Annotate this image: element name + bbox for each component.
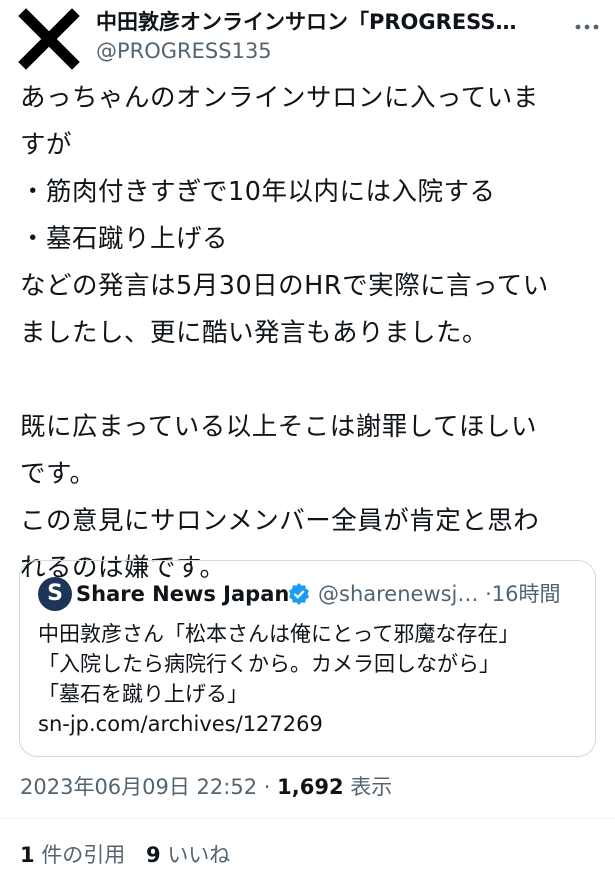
- quote-link[interactable]: sn-jp.com/archives/127269: [38, 709, 519, 739]
- tweet-line: あっちゃんのオンラインサロンに入っていま: [20, 83, 539, 113]
- author-handle[interactable]: @PROGRESS135: [96, 36, 272, 66]
- tweet-line: などの発言は5月30日のHRで実際に言ってい: [20, 271, 549, 301]
- verified-badge-icon: [289, 583, 309, 605]
- quotes-stat[interactable]: 1 件の引用: [20, 843, 125, 867]
- quote-author-name[interactable]: Share News Japan: [76, 579, 289, 609]
- quote-text: 中田敦彦さん「松本さんは俺にとって邪魔な存在」 「入院したら病院行くから。カメラ…: [38, 619, 519, 739]
- quotes-label: 件の引用: [41, 843, 126, 867]
- tweet-line: ・墓石蹴り上げる: [20, 224, 229, 254]
- tweet-line: すが: [20, 130, 73, 160]
- tweet-datetime[interactable]: 2023年06月09日 22:52: [20, 775, 257, 799]
- tweet-text: あっちゃんのオンラインサロンに入っていま すが ・筋肉付きすぎで10年以内には入…: [20, 75, 600, 592]
- meta-separator: ·: [263, 775, 271, 799]
- views-count: 1,692: [277, 775, 344, 799]
- tweet-line: この意見にサロンメンバー全員が肯定と思わ: [20, 506, 540, 536]
- quote-line: 「入院したら病院行くから。カメラ回しながら」: [38, 652, 500, 676]
- tweet-line: 既に広まっている以上そこは謝罪してほしい: [20, 412, 537, 442]
- tweet-meta: 2023年06月09日 22:52 · 1,692 表示: [20, 772, 392, 802]
- author-name[interactable]: 中田敦彦オンラインサロン「PROGRESS…: [96, 6, 566, 38]
- quote-avatar[interactable]: S: [38, 577, 72, 611]
- x-cross-icon[interactable]: [18, 8, 80, 70]
- quote-avatar-letter: S: [47, 581, 63, 606]
- likes-stat[interactable]: 9 いいね: [146, 843, 230, 867]
- tweet-line: です。: [20, 459, 96, 489]
- quote-line: 「墓石を蹴り上げる」: [38, 682, 248, 706]
- quote-handle[interactable]: @sharenewsj…: [318, 582, 478, 606]
- divider: [0, 818, 615, 819]
- quote-meta: @sharenewsj… ·16時間: [318, 579, 561, 609]
- likes-label: いいね: [167, 843, 231, 867]
- tweet-line: ・筋肉付きすぎで10年以内には入院する: [20, 177, 496, 207]
- quote-tweet-card[interactable]: S Share News Japan @sharenewsj… ·16時間 中田…: [19, 560, 596, 757]
- views-label: 表示: [350, 775, 393, 799]
- tweet-stats: 1 件の引用 9 いいね: [20, 840, 244, 870]
- likes-count: 9: [146, 843, 161, 867]
- quotes-count: 1: [20, 843, 35, 867]
- quote-time[interactable]: 16時間: [492, 582, 561, 606]
- meta-separator: ·: [485, 582, 492, 606]
- tweet-line: ましたし、更に酷い発言もありました。: [20, 318, 489, 348]
- quote-line: 中田敦彦さん「松本さんは俺にとって邪魔な存在」: [38, 622, 520, 646]
- more-dots-icon[interactable]: [574, 22, 600, 32]
